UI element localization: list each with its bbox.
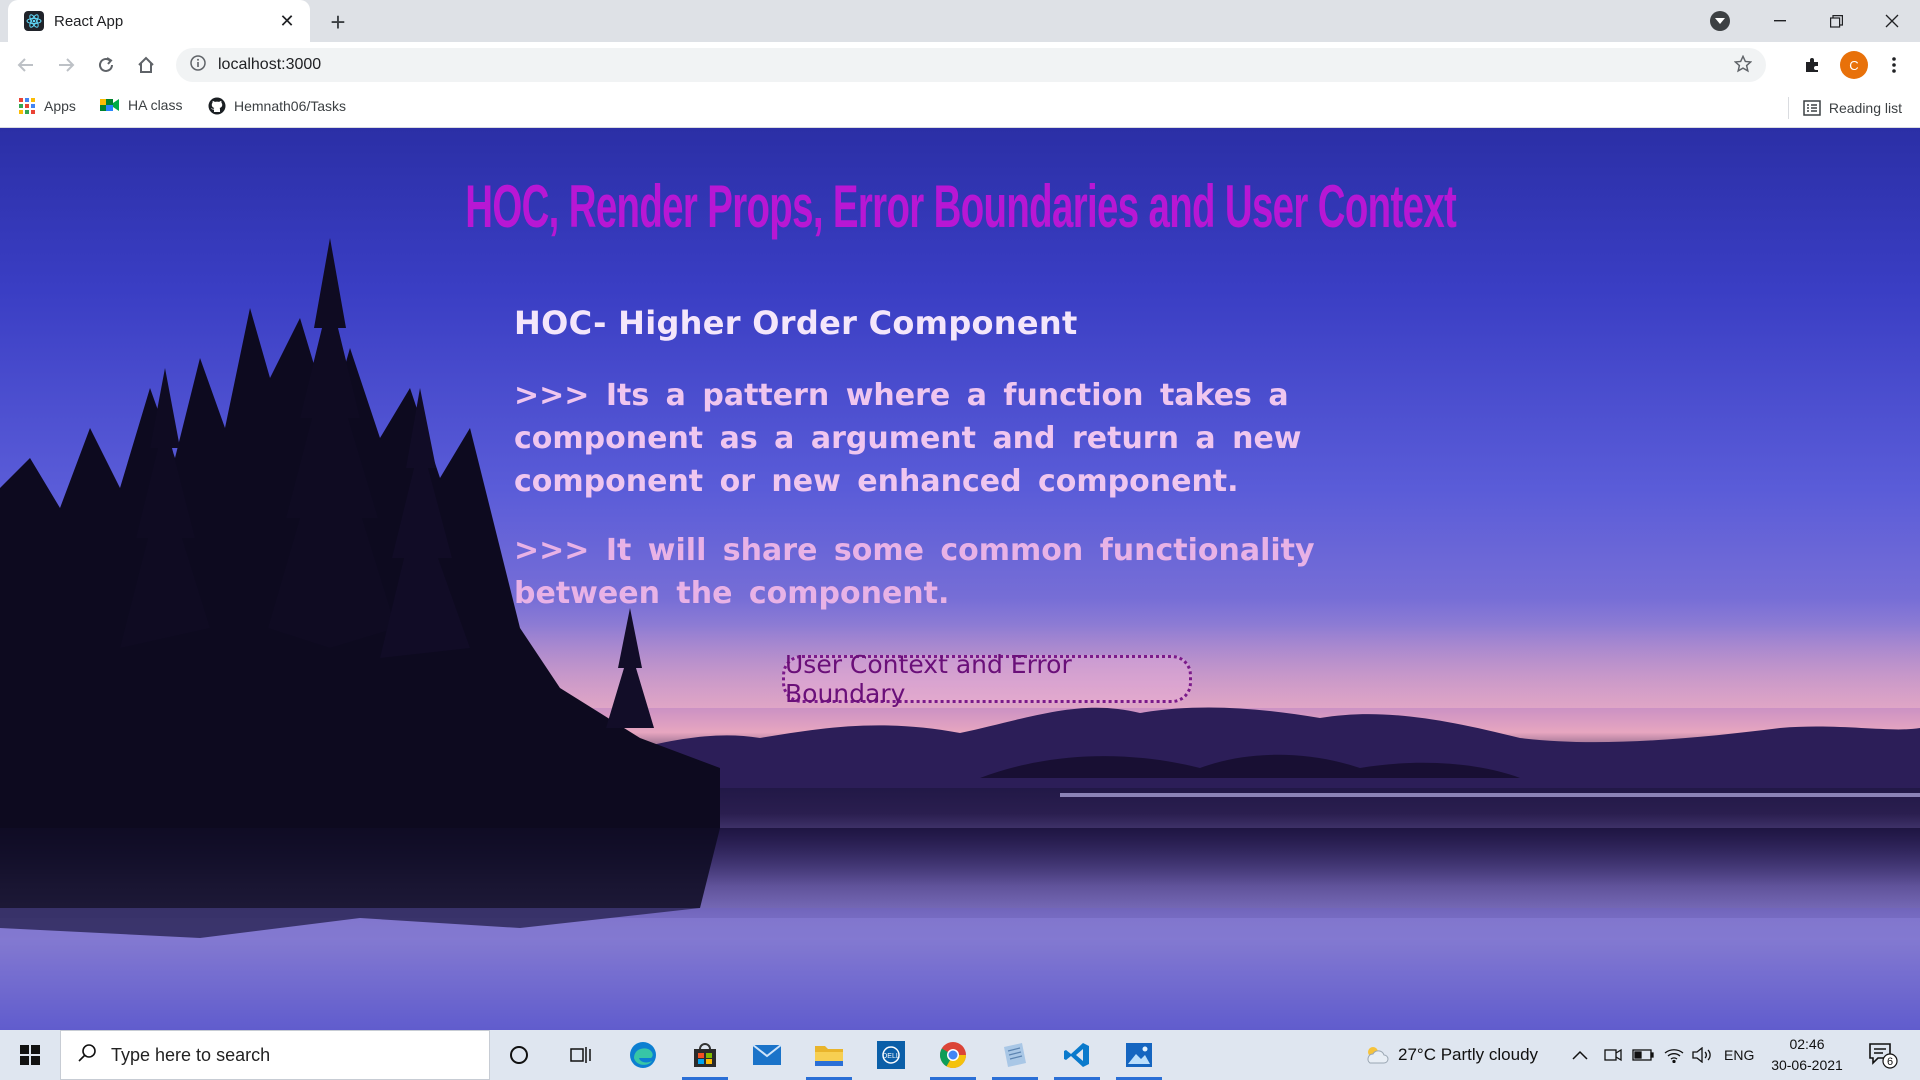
language-indicator[interactable]: ENG bbox=[1724, 1030, 1754, 1080]
restore-button[interactable] bbox=[1808, 0, 1864, 42]
wifi-icon[interactable] bbox=[1664, 1030, 1684, 1080]
tab-title: React App bbox=[54, 12, 124, 30]
divider bbox=[1787, 97, 1789, 119]
start-button[interactable] bbox=[0, 1030, 60, 1080]
bookmark-label: Apps bbox=[44, 98, 76, 114]
tab-close-icon[interactable]: ✕ bbox=[276, 11, 298, 32]
meet-now-icon[interactable] bbox=[1604, 1030, 1622, 1080]
bookmarks-bar: Apps HA class Hemnath06/Tasks Reading li… bbox=[0, 88, 1920, 128]
bookmark-apps[interactable]: Apps bbox=[18, 97, 76, 115]
clock[interactable]: 02:46 30-06-2021 bbox=[1762, 1034, 1852, 1076]
tab-search-icon[interactable] bbox=[1710, 11, 1730, 31]
bookmark-label: Hemnath06/Tasks bbox=[234, 98, 347, 114]
store-icon[interactable] bbox=[676, 1030, 734, 1080]
dell-icon[interactable]: DELL bbox=[862, 1030, 920, 1080]
address-bar[interactable]: localhost:3000 bbox=[176, 48, 1766, 82]
vscode-icon[interactable] bbox=[1048, 1030, 1106, 1080]
chrome-icon[interactable] bbox=[924, 1030, 982, 1080]
browser-toolbar: localhost:3000 C bbox=[0, 42, 1920, 88]
bookmark-label: HA class bbox=[128, 97, 183, 113]
weather-widget[interactable]: 27°C Partly cloudy bbox=[1364, 1030, 1538, 1080]
partly-cloudy-icon bbox=[1364, 1044, 1390, 1066]
page-viewport: HOC, Render Props, Error Boundaries and … bbox=[0, 128, 1920, 1030]
mail-icon[interactable] bbox=[738, 1030, 796, 1080]
reading-list-label: Reading list bbox=[1828, 100, 1902, 116]
tab-react-app[interactable]: React App ✕ bbox=[8, 0, 310, 42]
weather-text: 27°C Partly cloudy bbox=[1398, 1045, 1539, 1064]
windows-taskbar: Type here to search DELL 27°C Partly clo… bbox=[0, 1030, 1920, 1080]
back-icon[interactable] bbox=[8, 47, 44, 83]
bookmark-star-icon[interactable] bbox=[1733, 54, 1753, 78]
react-icon bbox=[24, 11, 44, 31]
url-text: localhost:3000 bbox=[218, 56, 322, 73]
extensions-icon[interactable] bbox=[1794, 47, 1830, 83]
info-icon[interactable] bbox=[190, 54, 206, 76]
page-title: HOC, Render Props, Error Boundaries and … bbox=[465, 173, 1457, 240]
paragraph-2: >>> It will share some common functional… bbox=[514, 533, 1315, 611]
home-icon[interactable] bbox=[128, 47, 164, 83]
search-icon bbox=[77, 1043, 97, 1068]
reading-list-icon bbox=[1803, 100, 1821, 116]
clock-date: 30-06-2021 bbox=[1771, 1057, 1843, 1073]
search-placeholder: Type here to search bbox=[111, 1044, 271, 1065]
photos-icon[interactable] bbox=[1110, 1030, 1168, 1080]
file-explorer-icon[interactable] bbox=[800, 1030, 858, 1080]
taskbar-search-box[interactable]: Type here to search bbox=[60, 1030, 490, 1080]
profile-avatar[interactable]: C bbox=[1840, 51, 1868, 79]
forward-icon[interactable] bbox=[48, 47, 84, 83]
bookmark-github-tasks[interactable]: Hemnath06/Tasks bbox=[208, 97, 346, 115]
meet-icon bbox=[100, 97, 120, 113]
volume-icon[interactable] bbox=[1692, 1030, 1714, 1080]
close-window-button[interactable] bbox=[1864, 0, 1920, 42]
bookmark-ha-class[interactable]: HA class bbox=[100, 97, 182, 113]
new-tab-button[interactable]: + bbox=[322, 6, 354, 38]
apps-grid-icon bbox=[18, 97, 36, 115]
menu-kebab-icon[interactable] bbox=[1876, 47, 1912, 83]
reload-icon[interactable] bbox=[88, 47, 124, 83]
user-context-error-boundary-button[interactable]: User Context and Error Boundary bbox=[782, 650, 1192, 708]
svg-text:DELL: DELL bbox=[882, 1053, 900, 1060]
notifications-icon[interactable]: 6 bbox=[1868, 1042, 1898, 1075]
clock-time: 02:46 bbox=[1789, 1036, 1825, 1052]
edge-icon[interactable] bbox=[614, 1030, 672, 1080]
cortana-icon[interactable] bbox=[490, 1030, 548, 1080]
notification-count: 6 bbox=[1887, 1056, 1893, 1068]
battery-icon[interactable] bbox=[1632, 1030, 1654, 1080]
tab-strip: React App ✕ + bbox=[0, 0, 1920, 42]
reading-list-button[interactable]: Reading list bbox=[1787, 97, 1902, 119]
task-view-icon[interactable] bbox=[552, 1030, 610, 1080]
show-hidden-icons-chevron-up-icon[interactable] bbox=[1572, 1030, 1588, 1080]
minimize-button[interactable] bbox=[1752, 0, 1808, 42]
paragraph-1: >>> Its a pattern where a function takes… bbox=[514, 378, 1302, 499]
notes-app-icon[interactable] bbox=[986, 1030, 1044, 1080]
section-heading: HOC- Higher Order Component bbox=[514, 304, 1078, 342]
hoc-description: HOC- Higher Order Component >>> Its a pa… bbox=[514, 304, 1434, 641]
github-icon bbox=[208, 97, 226, 115]
